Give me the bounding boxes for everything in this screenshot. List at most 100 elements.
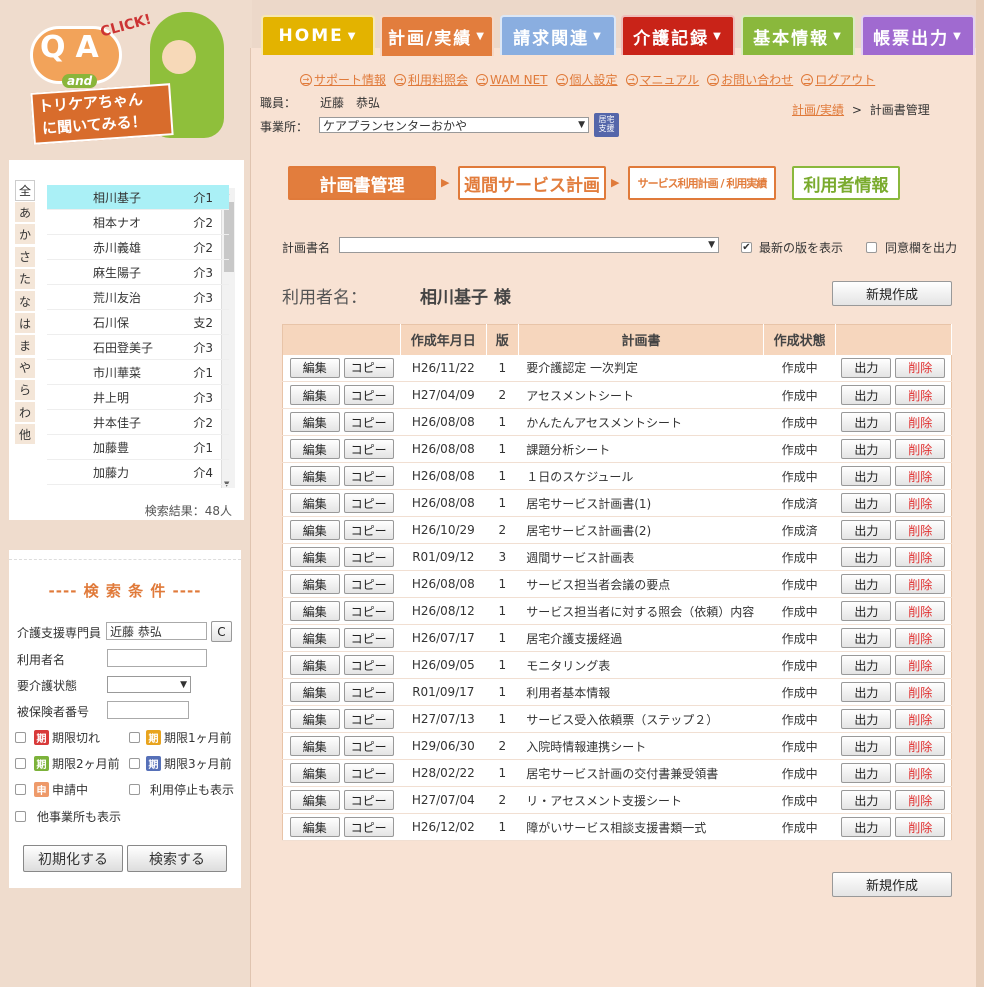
output-button[interactable]: 出力 xyxy=(841,817,892,837)
checkbox-icon[interactable] xyxy=(866,242,877,253)
output-button[interactable]: 出力 xyxy=(841,763,892,783)
edit-button[interactable]: 編集 xyxy=(289,574,340,594)
edit-button[interactable]: 編集 xyxy=(289,547,340,567)
delete-button[interactable]: 削除 xyxy=(895,547,946,567)
filter-expire-2m[interactable]: 期期限2ヶ月前 xyxy=(15,755,120,772)
reset-button[interactable]: 初期化する xyxy=(23,845,123,872)
copy-button[interactable]: コピー xyxy=(343,466,394,486)
breadcrumb-parent[interactable]: 計画/実績 xyxy=(792,103,844,117)
search-button[interactable]: 検索する xyxy=(127,845,227,872)
kana-tab-2[interactable]: か xyxy=(15,224,35,246)
filter-expired[interactable]: 期期限切れ xyxy=(15,729,100,746)
edit-button[interactable]: 編集 xyxy=(289,601,340,621)
kana-tab-6[interactable]: は xyxy=(15,313,35,335)
checkbox-icon[interactable] xyxy=(129,758,140,769)
output-button[interactable]: 出力 xyxy=(841,412,892,432)
delete-button[interactable]: 削除 xyxy=(895,763,946,783)
user-list-item[interactable]: 麻生陽子 介3 xyxy=(47,260,229,285)
output-button[interactable]: 出力 xyxy=(841,736,892,756)
edit-button[interactable]: 編集 xyxy=(289,385,340,405)
copy-button[interactable]: コピー xyxy=(343,736,394,756)
output-button[interactable]: 出力 xyxy=(841,439,892,459)
copy-button[interactable]: コピー xyxy=(343,385,394,405)
delete-button[interactable]: 削除 xyxy=(895,655,946,675)
copy-button[interactable]: コピー xyxy=(343,439,394,459)
output-button[interactable]: 出力 xyxy=(841,466,892,486)
delete-button[interactable]: 削除 xyxy=(895,357,946,378)
copy-button[interactable]: コピー xyxy=(343,520,394,540)
kana-tab-0[interactable]: 全 xyxy=(15,180,35,201)
edit-button[interactable]: 編集 xyxy=(289,682,340,702)
output-button[interactable]: 出力 xyxy=(841,682,892,702)
user-list-item[interactable]: 井本佳子 介2 xyxy=(47,410,229,435)
copy-button[interactable]: コピー xyxy=(343,763,394,783)
utility-link-0[interactable]: → サポート情報 xyxy=(300,71,386,88)
copy-button[interactable]: コピー xyxy=(343,357,394,378)
kana-tab-1[interactable]: あ xyxy=(15,202,35,224)
nav-tab-0[interactable]: HOME ▼ xyxy=(261,15,375,55)
edit-button[interactable]: 編集 xyxy=(289,412,340,432)
delete-button[interactable]: 削除 xyxy=(895,439,946,459)
user-list-item[interactable]: 井上明 介3 xyxy=(47,385,229,410)
delete-button[interactable]: 削除 xyxy=(895,682,946,702)
nav-tab-3[interactable]: 介護記録 ▼ xyxy=(621,15,735,55)
latest-version-toggle[interactable]: ✔ 最新の版を表示 xyxy=(741,239,843,256)
checkbox-icon[interactable] xyxy=(15,784,26,795)
new-plan-button-bottom[interactable]: 新規作成 xyxy=(832,872,952,897)
filter-applying[interactable]: 申申請中 xyxy=(15,781,88,798)
edit-button[interactable]: 編集 xyxy=(289,439,340,459)
filter-expire-1m[interactable]: 期期限1ヶ月前 xyxy=(129,729,232,746)
manager-clear-button[interactable]: C xyxy=(211,621,232,642)
care-level-select[interactable]: ▼ xyxy=(107,676,191,693)
delete-button[interactable]: 削除 xyxy=(895,520,946,540)
qa-logo[interactable]: QA CLICK! and トリケアちゃん に聞いてみる！ xyxy=(22,12,230,145)
copy-button[interactable]: コピー xyxy=(343,790,394,810)
delete-button[interactable]: 削除 xyxy=(895,736,946,756)
edit-button[interactable]: 編集 xyxy=(289,655,340,675)
output-button[interactable]: 出力 xyxy=(841,790,892,810)
output-button[interactable]: 出力 xyxy=(841,547,892,567)
plan-name-select[interactable]: ▼ xyxy=(339,237,719,253)
filter-stopped[interactable]: 利用停止も表示 xyxy=(129,781,234,798)
output-button[interactable]: 出力 xyxy=(841,385,892,405)
kana-tab-3[interactable]: さ xyxy=(15,246,35,268)
user-list-item[interactable]: 赤川義雄 介2 xyxy=(47,235,229,260)
kana-tab-11[interactable]: 他 xyxy=(15,424,35,446)
output-button[interactable]: 出力 xyxy=(841,493,892,513)
delete-button[interactable]: 削除 xyxy=(895,709,946,729)
utility-link-4[interactable]: → マニュアル xyxy=(625,71,699,88)
edit-button[interactable]: 編集 xyxy=(289,628,340,648)
user-list-item[interactable]: 荒川友治 介3 xyxy=(47,285,229,310)
nav-tab-5[interactable]: 帳票出力 ▼ xyxy=(861,15,975,55)
kana-tab-9[interactable]: ら xyxy=(15,379,35,401)
nav-tab-1[interactable]: 計画/実績 ▼ xyxy=(380,15,494,56)
user-list-item[interactable]: 加藤豊 介1 xyxy=(47,435,229,460)
checkbox-checked-icon[interactable]: ✔ xyxy=(741,242,752,253)
edit-button[interactable]: 編集 xyxy=(289,763,340,783)
utility-link-5[interactable]: → お問い合わせ xyxy=(707,71,793,88)
copy-button[interactable]: コピー xyxy=(343,412,394,432)
delete-button[interactable]: 削除 xyxy=(895,412,946,432)
search-user-input[interactable] xyxy=(107,649,207,667)
checkbox-icon[interactable] xyxy=(15,732,26,743)
insured-number-input[interactable] xyxy=(107,701,189,719)
copy-button[interactable]: コピー xyxy=(343,493,394,513)
output-button[interactable]: 出力 xyxy=(841,628,892,648)
copy-button[interactable]: コピー xyxy=(343,709,394,729)
filter-expire-3m[interactable]: 期期限3ヶ月前 xyxy=(129,755,232,772)
checkbox-icon[interactable] xyxy=(15,811,26,822)
edit-button[interactable]: 編集 xyxy=(289,520,340,540)
delete-button[interactable]: 削除 xyxy=(895,466,946,486)
checkbox-icon[interactable] xyxy=(129,732,140,743)
delete-button[interactable]: 削除 xyxy=(895,601,946,621)
edit-button[interactable]: 編集 xyxy=(289,709,340,729)
delete-button[interactable]: 削除 xyxy=(895,574,946,594)
output-button[interactable]: 出力 xyxy=(841,357,892,378)
copy-button[interactable]: コピー xyxy=(343,817,394,837)
delete-button[interactable]: 削除 xyxy=(895,628,946,648)
edit-button[interactable]: 編集 xyxy=(289,736,340,756)
user-list-item[interactable]: 相本ナオ 介2 xyxy=(47,210,229,235)
output-button[interactable]: 出力 xyxy=(841,520,892,540)
step-plan-management[interactable]: 計画書管理 xyxy=(288,166,436,200)
edit-button[interactable]: 編集 xyxy=(289,357,340,378)
